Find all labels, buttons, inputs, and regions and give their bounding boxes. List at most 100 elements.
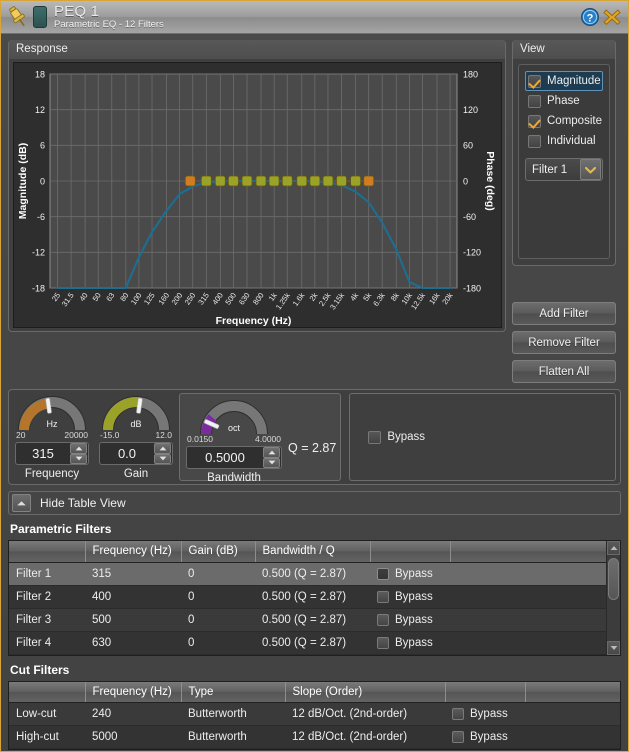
checkbox-phase-icon[interactable]	[528, 94, 541, 108]
cell-bandwidth[interactable]: 0.500 (Q = 2.87)	[255, 608, 370, 632]
scroll-up-button[interactable]	[607, 541, 620, 555]
col-name[interactable]	[9, 541, 86, 563]
low-cut-handle[interactable]	[184, 175, 196, 187]
parametric-scrollbar[interactable]	[606, 541, 620, 655]
filter-select-dropdown[interactable]: Filter 1	[525, 158, 603, 181]
filter-6-handle[interactable]	[268, 175, 280, 187]
cell-bypass[interactable]: Bypass	[370, 608, 450, 632]
scroll-down-button[interactable]	[607, 640, 620, 655]
filter-9-handle[interactable]	[309, 175, 321, 187]
cell-bandwidth[interactable]: 0.500 (Q = 2.87)	[255, 562, 370, 586]
gain-step-up[interactable]	[154, 443, 171, 454]
gain-value[interactable]: 0.0	[100, 446, 154, 461]
frequency-step-up[interactable]	[70, 443, 87, 454]
cell-slope[interactable]: 12 dB/Oct. (2nd-order)	[285, 725, 445, 749]
checkbox-bypass-icon[interactable]	[452, 731, 464, 743]
view-checkbox-individual[interactable]: Individual	[525, 131, 603, 151]
cell-bypass[interactable]: Bypass	[445, 725, 525, 749]
gain-step-down[interactable]	[154, 453, 171, 464]
col-spare[interactable]	[525, 681, 620, 703]
view-checkbox-phase[interactable]: Phase	[525, 91, 603, 111]
frequency-spinner[interactable]: 315	[15, 442, 89, 465]
checkbox-bypass-icon[interactable]	[377, 613, 389, 626]
checkbox-composite-icon[interactable]	[528, 114, 541, 128]
table-row[interactable]: Low-cut 240 Butterworth 12 dB/Oct. (2nd-…	[9, 702, 620, 726]
bandwidth-step-up[interactable]	[263, 447, 280, 458]
frequency-stepper[interactable]	[70, 443, 87, 464]
scrollbar-thumb[interactable]	[608, 558, 619, 600]
cell-bandwidth[interactable]: 0.500 (Q = 2.87)	[255, 631, 370, 655]
gain-spinner[interactable]: 0.0	[99, 442, 173, 465]
checkbox-bypass-icon[interactable]	[377, 636, 389, 649]
col-frequency[interactable]: Frequency (Hz)	[85, 541, 182, 563]
cell-bandwidth[interactable]: 0.500 (Q = 2.87)	[255, 585, 370, 609]
bandwidth-step-down[interactable]	[263, 457, 280, 468]
cell-gain[interactable]: 0	[181, 562, 255, 586]
filter-12-handle[interactable]	[350, 175, 362, 187]
gain-knob[interactable]: dB	[102, 394, 170, 432]
response-plot[interactable]: 25 31.5 40 50 63 80 100 125 160 200 250 315 400 500 63…	[13, 62, 502, 328]
cell-gain[interactable]: 0	[181, 608, 255, 632]
cell-type[interactable]: Butterworth	[181, 702, 285, 726]
checkbox-bypass-icon[interactable]	[377, 590, 389, 603]
filter-bypass-row[interactable]: Bypass	[368, 430, 425, 444]
bandwidth-knob[interactable]: oct	[188, 398, 280, 436]
filter-2-handle[interactable]	[214, 175, 226, 187]
col-bypass[interactable]	[445, 681, 526, 703]
cell-slope[interactable]: 12 dB/Oct. (2nd-order)	[285, 702, 445, 726]
table-row[interactable]: High-cut 5000 Butterworth 12 dB/Oct. (2n…	[9, 725, 620, 749]
filter-7-handle[interactable]	[281, 175, 293, 187]
chevron-down-icon[interactable]	[580, 159, 601, 180]
view-checkbox-magnitude[interactable]: Magnitude	[525, 71, 603, 91]
cell-bypass[interactable]: Bypass	[370, 562, 450, 586]
filter-11-handle[interactable]	[336, 175, 347, 187]
filter-8-handle[interactable]	[296, 175, 308, 187]
filter-10-handle[interactable]	[322, 175, 334, 187]
cell-frequency[interactable]: 315	[85, 562, 181, 586]
close-icon[interactable]	[602, 7, 622, 27]
table-row[interactable]: Filter 4 630 0 0.500 (Q = 2.87) Bypass	[9, 631, 620, 655]
pushpin-icon[interactable]	[5, 4, 31, 30]
cell-type[interactable]: Butterworth	[181, 725, 285, 749]
frequency-value[interactable]: 315	[16, 446, 70, 461]
table-row[interactable]: Filter 1 315 0 0.500 (Q = 2.87) Bypass	[9, 562, 620, 586]
bandwidth-stepper[interactable]	[263, 447, 280, 468]
add-filter-button[interactable]: Add Filter	[512, 302, 616, 325]
cell-bypass[interactable]: Bypass	[445, 702, 525, 726]
gain-stepper[interactable]	[154, 443, 171, 464]
col-slope[interactable]: Slope (Order)	[285, 681, 446, 703]
filter-3-handle[interactable]	[227, 175, 239, 187]
col-frequency[interactable]: Frequency (Hz)	[85, 681, 182, 703]
col-type[interactable]: Type	[181, 681, 286, 703]
cell-frequency[interactable]: 400	[85, 585, 181, 609]
cell-bypass[interactable]: Bypass	[370, 631, 450, 655]
filter-4-handle[interactable]	[241, 175, 253, 187]
table-row[interactable]: Filter 3 500 0 0.500 (Q = 2.87) Bypass	[9, 608, 620, 632]
flatten-all-button[interactable]: Flatten All	[512, 360, 616, 383]
frequency-knob[interactable]: Hz	[18, 394, 86, 432]
chevron-up-icon[interactable]	[12, 494, 31, 512]
cell-gain[interactable]: 0	[181, 631, 255, 655]
cell-frequency[interactable]: 240	[85, 702, 181, 726]
col-spare[interactable]	[450, 541, 620, 563]
col-gain[interactable]: Gain (dB)	[181, 541, 256, 563]
high-cut-handle[interactable]	[363, 175, 375, 187]
bandwidth-spinner[interactable]: 0.5000	[186, 446, 282, 469]
cell-gain[interactable]: 0	[181, 585, 255, 609]
checkbox-bypass-icon[interactable]	[452, 708, 464, 720]
checkbox-filter-bypass-icon[interactable]	[368, 430, 382, 444]
filter-5-handle[interactable]	[255, 175, 267, 187]
hide-table-view-bar[interactable]: Hide Table View	[8, 491, 621, 515]
frequency-step-down[interactable]	[70, 453, 87, 464]
col-name[interactable]	[9, 681, 86, 703]
help-icon[interactable]: ?	[580, 7, 600, 27]
cell-frequency[interactable]: 5000	[85, 725, 181, 749]
remove-filter-button[interactable]: Remove Filter	[512, 331, 616, 354]
checkbox-magnitude-icon[interactable]	[528, 74, 541, 88]
col-bandwidth[interactable]: Bandwidth / Q	[255, 541, 371, 563]
table-row[interactable]: Filter 2 400 0 0.500 (Q = 2.87) Bypass	[9, 585, 620, 609]
cell-frequency[interactable]: 630	[85, 631, 181, 655]
col-bypass[interactable]	[370, 541, 451, 563]
cell-frequency[interactable]: 500	[85, 608, 181, 632]
checkbox-bypass-icon[interactable]	[377, 567, 389, 580]
